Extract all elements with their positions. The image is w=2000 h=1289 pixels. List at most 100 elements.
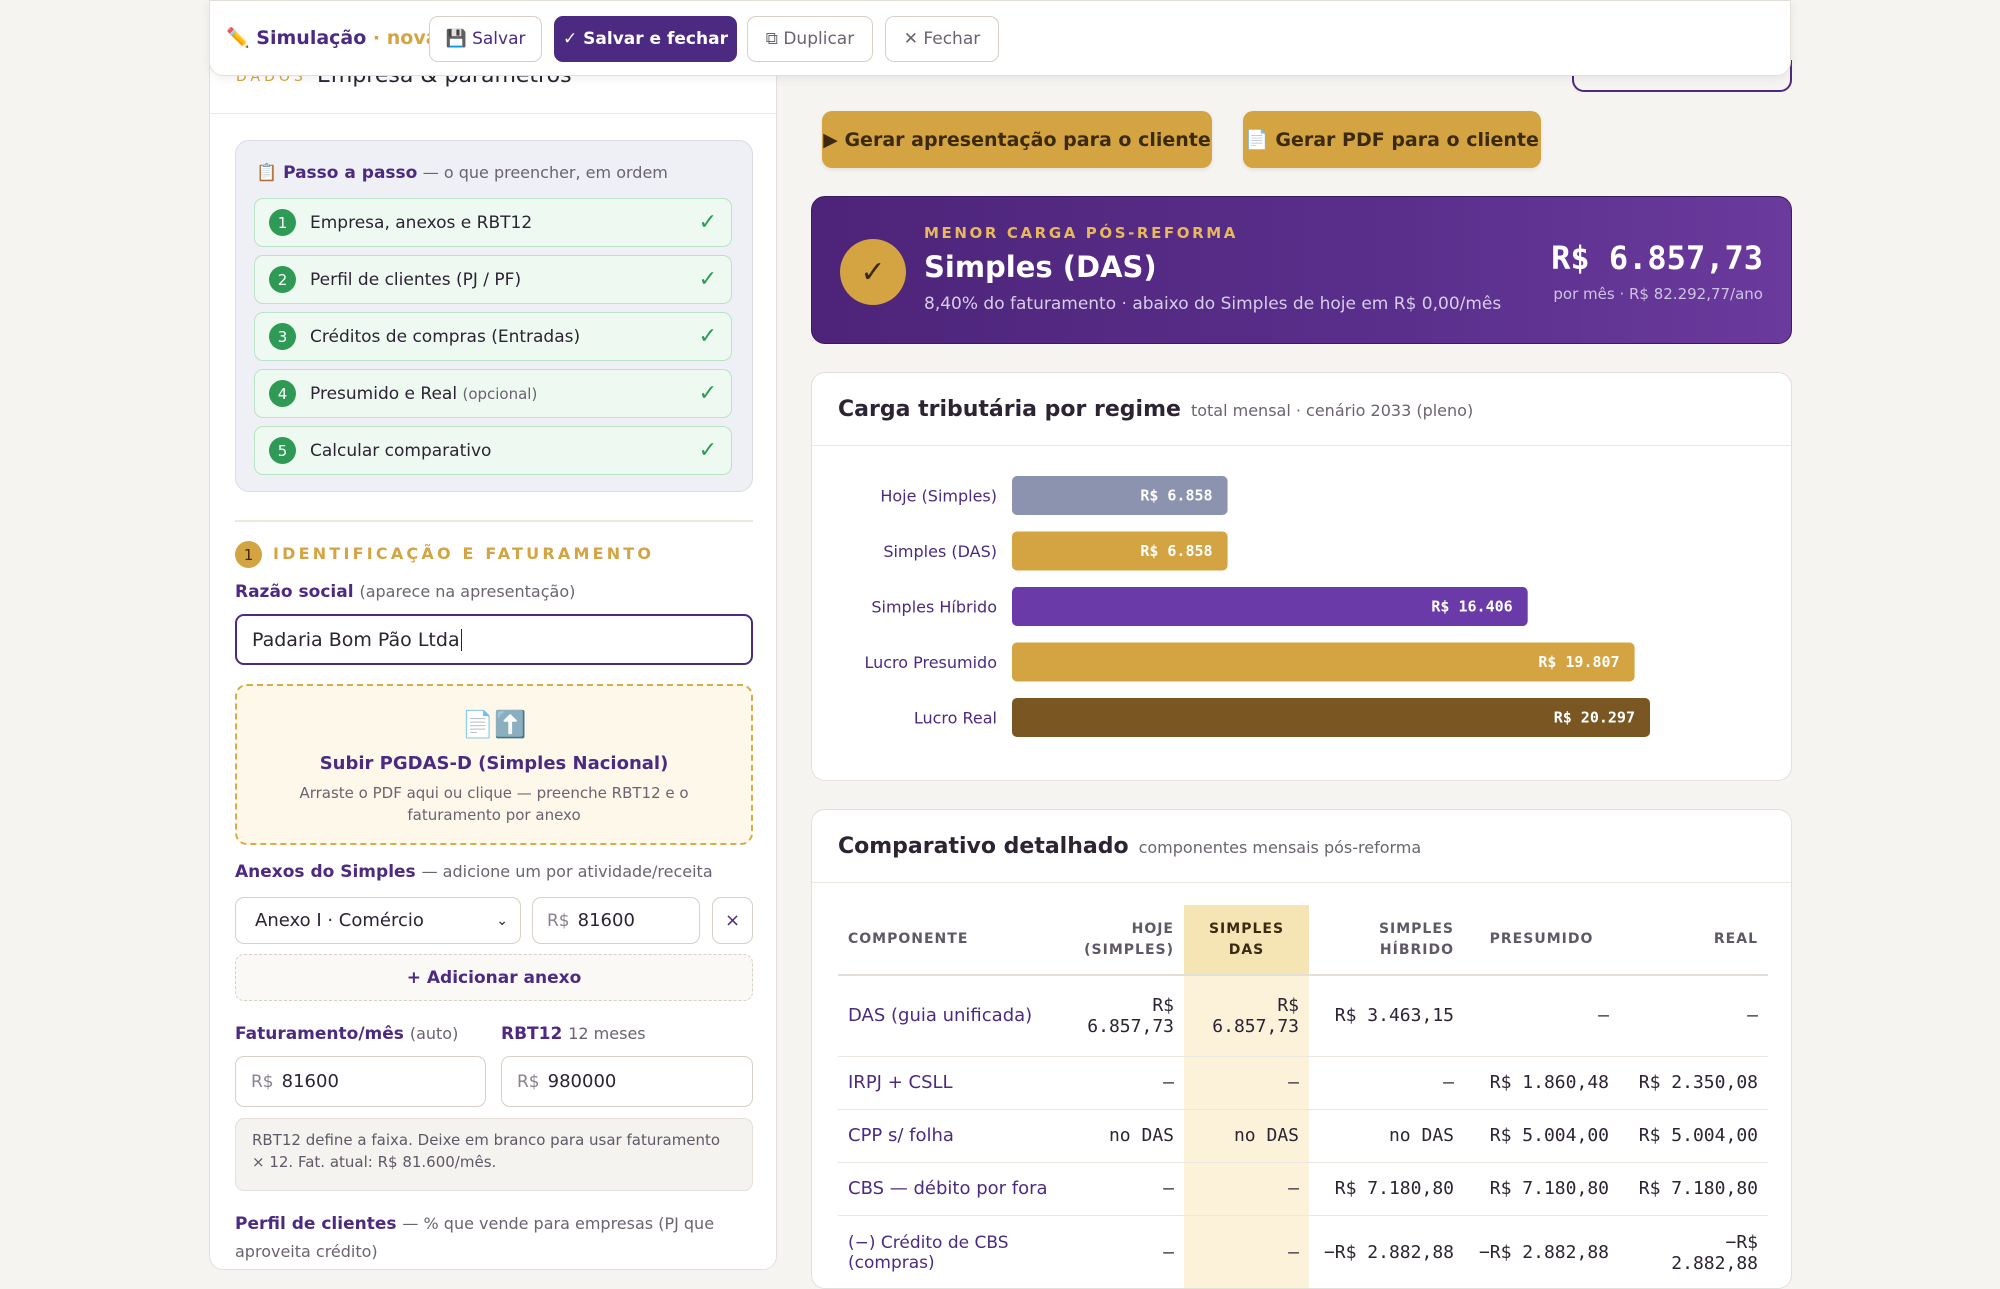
best-regime-name: Simples (DAS) [924,250,1157,284]
best-monthly-value: R$ 6.857,73 [1551,239,1763,277]
table-cell: — [1184,1056,1309,1110]
table-cell: R$ 7.180,80 [1464,1162,1619,1216]
check-icon: ✓ [840,239,906,305]
bar-value-label: R$ 6.858 [1140,542,1212,560]
bar-category-label: Simples Híbrido [871,598,997,617]
steps-guide: 📋 Passo a passo — o que preencher, em or… [235,140,753,492]
column-header: Hoje (Simples) [1058,905,1184,976]
step-number: 2 [269,266,296,293]
step-5[interactable]: 5 Calcular comparativo ✓ [254,426,732,475]
step-note: (opcional) [462,384,538,403]
detailed-comparison-card: Comparativo detalhado componentes mensais… [811,809,1792,1289]
column-header: Simples DAS [1184,905,1309,976]
add-anexo-button[interactable]: + Adicionar anexo [235,954,753,1001]
column-header: Simples Híbrido [1309,905,1464,976]
table-cell: R$ 1.860,48 [1464,1056,1619,1110]
column-header: Real [1619,905,1768,976]
pgdas-upload-dropzone[interactable]: 📄⬆️ Subir PGDAS-D (Simples Nacional) Arr… [235,684,753,845]
best-regime-subtitle: 8,40% do faturamento · abaixo do Simples… [924,294,1502,314]
chart-subtitle: total mensal · cenário 2033 (pleno) [1190,401,1474,420]
table-cell: R$ 6.857,73 [1184,975,1309,1057]
section-title: IDENTIFICAÇÃO E FATURAMENTO [273,544,655,563]
tax-burden-chart-card: Carga tributária por regime total mensal … [811,372,1792,781]
tax-burden-bar-chart: Hoje (Simples) R$ 6.858 Simples (DAS) R$ 6.… [864,476,1650,737]
table-row: CPP s/ folha no DAS no DAS no DAS R$ 5.0… [838,1109,1768,1163]
table-cell: R$ 7.180,80 [1619,1162,1768,1216]
anexo-select[interactable]: Anexo I · Comércio ⌄ [235,897,521,944]
table-cell: no DAS [1309,1109,1464,1163]
check-icon: ✓ [698,324,717,349]
chart-card-header: Carga tributária por regime total mensal … [812,373,1791,446]
step-number: 1 [269,209,296,236]
bar-value-label: R$ 6.858 [1140,487,1212,505]
table-row: CBS — débito por fora — — R$ 7.180,80 R$… [838,1162,1768,1216]
table-row: IRPJ + CSLL — — — R$ 1.860,48 R$ 2.350,0… [838,1056,1768,1110]
best-eyebrow: MENOR CARGA PÓS-REFORMA [924,224,1239,242]
table-cell: R$ 6.857,73 [1058,975,1184,1057]
anexos-label: Anexos do Simples — adicione um por ativ… [235,862,713,882]
check-icon: ✓ [698,381,717,406]
text-caret [460,628,462,651]
bar-value-label: R$ 19.807 [1538,653,1619,671]
rbt12-label: RBT12 12 meses [501,1024,646,1044]
table-cell: R$ 2.350,08 [1619,1056,1768,1110]
step-4[interactable]: 4 Presumido e Real (opcional) ✓ [254,369,732,418]
bar-category-label: Simples (DAS) [883,542,997,561]
top-toolbar: ✏️ Simulação · nova 💾 Salvar ✓ Salvar e … [209,0,1791,76]
rbt12-input[interactable]: R$ 980000 [501,1056,753,1107]
simulation-title: ✏️ Simulação · nova [226,27,439,49]
table-subtitle: componentes mensais pós-reforma [1138,838,1422,857]
step-label: Créditos de compras (Entradas) [310,326,581,347]
best-value-subtitle: por mês · R$ 82.292,77/ano [1553,285,1763,303]
table-cell: no DAS [1058,1109,1184,1163]
table-cell: R$ 7.180,80 [1309,1162,1464,1216]
table-cell: R$ 3.463,15 [1309,975,1464,1057]
close-button[interactable]: ✕ Fechar [885,16,999,62]
bar-value-label: R$ 20.297 [1554,709,1635,727]
anexo-amount-input[interactable]: R$ 81600 [532,897,700,944]
table-title: Comparativo detalhado componentes mensais… [838,834,1422,859]
step-label: Presumido e Real (opcional) [310,383,538,404]
faturamento-input[interactable]: R$ 81600 [235,1056,486,1107]
steps-subtitle: — o que preencher, em ordem [422,163,668,182]
step-number: 3 [269,323,296,350]
table-cell: CBS — débito por fora [838,1162,1058,1216]
chevron-down-icon: ⌄ [496,912,508,929]
table-cell: — [1464,975,1619,1057]
upload-title: Subir PGDAS-D (Simples Nacional) [319,753,669,774]
table-row: DAS (guia unificada) R$ 6.857,73 R$ 6.85… [838,975,1768,1057]
bar-category-label: Lucro Presumido [864,653,997,672]
table-card-header: Comparativo detalhado componentes mensais… [812,810,1791,883]
perfil-clientes-label: Perfil de clientes — % que vende para em… [235,1214,715,1261]
rbt12-help-note: RBT12 define a faixa. Deixe em branco pa… [235,1118,753,1191]
upload-subtitle: Arraste o PDF aqui ou clique — preenche … [299,784,689,824]
generate-presentation-button[interactable]: ▶ Gerar apresentação para o cliente [822,111,1212,168]
best-regime-card: ✓ MENOR CARGA PÓS-REFORMA Simples (DAS) … [811,196,1792,344]
check-icon: ✓ [698,267,717,292]
remove-anexo-button[interactable]: × [712,897,753,944]
table-cell: — [1619,975,1768,1057]
step-2[interactable]: 2 Perfil de clientes (PJ / PF) ✓ [254,255,732,304]
step-3[interactable]: 3 Créditos de compras (Entradas) ✓ [254,312,732,361]
table-header-row: Componente Hoje (Simples) Simples DAS Si… [838,905,1768,976]
save-and-close-button[interactable]: ✓ Salvar e fechar [554,16,737,62]
table-cell: — [1058,1162,1184,1216]
razao-social-input[interactable]: Padaria Bom Pão Ltda [235,614,753,665]
razao-label: Razão social (aparece na apresentação) [235,582,576,602]
bar-category-label: Lucro Real [914,709,997,728]
comparison-table: Componente Hoje (Simples) Simples DAS Si… [838,905,1768,1288]
check-icon: ✓ [698,210,717,235]
generate-pdf-button[interactable]: 📄 Gerar PDF para o cliente [1243,111,1541,168]
check-icon: ✓ [698,438,717,463]
step-1[interactable]: 1 Empresa, anexos e RBT12 ✓ [254,198,732,247]
bar-value-label: R$ 16.406 [1431,598,1512,616]
table-cell: — [1184,1162,1309,1216]
table-cell: R$ 5.004,00 [1619,1109,1768,1163]
steps-heading: 📋 Passo a passo [256,163,418,183]
table-cell: — [1058,1056,1184,1110]
section-number-badge: 1 [235,541,262,568]
table-cell: DAS (guia unificada) [838,975,1058,1057]
duplicate-button[interactable]: ⧉ Duplicar [747,16,873,62]
save-button[interactable]: 💾 Salvar [429,16,542,62]
table-cell: R$ 5.004,00 [1464,1109,1619,1163]
